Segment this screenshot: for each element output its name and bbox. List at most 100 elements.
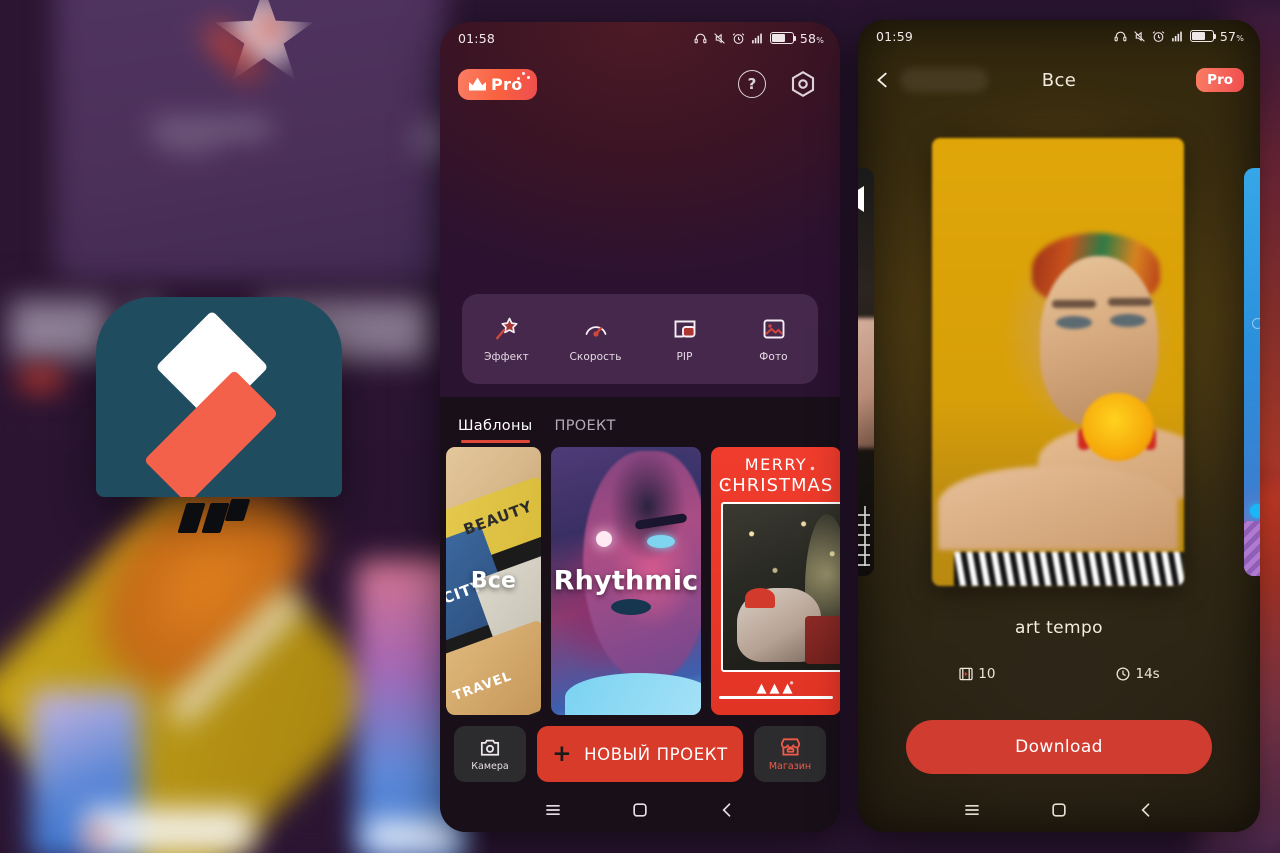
- mute-icon: [1134, 30, 1145, 42]
- next-template-thumb[interactable]: [1244, 168, 1260, 576]
- template-card-title: Rhythmic: [553, 565, 699, 597]
- background-label: [150, 120, 270, 137]
- template-card[interactable]: BEAUTY CITY TRAVEL Все: [446, 447, 541, 715]
- mid-tabs: Шаблоны ПРОЕКТ: [440, 397, 840, 443]
- clips-count: 10: [958, 666, 995, 682]
- template-stats: 10 14s: [858, 666, 1260, 682]
- tool-photo[interactable]: Фото: [729, 316, 818, 363]
- tab-templates-label: Шаблоны: [458, 418, 533, 434]
- template-meta: art tempo 10 14s: [858, 618, 1260, 682]
- template-video-preview[interactable]: [932, 138, 1184, 586]
- tool-photo-label: Фото: [759, 350, 788, 363]
- magic-wand-star-icon: [495, 317, 518, 340]
- hamburger-icon[interactable]: [962, 800, 982, 820]
- right-battery-percent: 57%: [1219, 28, 1244, 44]
- chevron-left-icon[interactable]: [1136, 800, 1156, 820]
- download-label: Download: [1015, 737, 1103, 757]
- background-sublabel: [163, 142, 218, 154]
- tool-speed[interactable]: Скорость: [551, 316, 640, 363]
- tools-panel: Эффект Скорость PIP Фото: [462, 294, 818, 384]
- help-button[interactable]: ?: [738, 70, 766, 98]
- background-white-text: [85, 808, 260, 852]
- mid-bottom-bar: Камера + НОВЫЙ ПРОЕКТ Магазин: [440, 720, 840, 788]
- download-button[interactable]: Download: [906, 720, 1212, 774]
- photo-icon: [763, 319, 784, 338]
- mid-nav-bar: [440, 788, 840, 832]
- mid-battery-percent: 58%: [799, 30, 824, 46]
- right-status-time: 01:59: [876, 28, 914, 44]
- background-red-chip: [18, 368, 64, 390]
- card3-line1: MERRY: [744, 455, 808, 474]
- right-header: Все Pro: [858, 52, 1260, 108]
- background-red-dot: [88, 828, 105, 845]
- mid-status-icons: 58%: [694, 31, 824, 46]
- app-logo: [96, 297, 342, 537]
- duration: 14s: [1115, 666, 1160, 682]
- chevron-left-icon[interactable]: [717, 800, 737, 820]
- pro-badge-label: Pro: [1207, 72, 1233, 88]
- right-status-icons: 57%: [1114, 29, 1244, 44]
- tab-templates[interactable]: Шаблоны: [458, 418, 533, 443]
- camera-button[interactable]: Камера: [454, 726, 526, 782]
- camera-icon: [480, 739, 500, 756]
- store-label: Магазин: [768, 761, 812, 772]
- signal-icon: [751, 33, 762, 43]
- right-nav-bar: [858, 788, 1260, 832]
- clock-icon: [1117, 667, 1130, 681]
- mid-status-bar: 01:58 58%: [440, 22, 840, 54]
- play-icon: [858, 186, 864, 212]
- film-clip-icon: [959, 667, 973, 681]
- filmorago-app-icon: [96, 297, 342, 497]
- square-home-icon[interactable]: [1049, 800, 1069, 820]
- card3-trees: ▲▲▲: [756, 681, 796, 696]
- tool-speed-label: Скорость: [569, 350, 622, 363]
- hamburger-icon[interactable]: [543, 800, 563, 820]
- alarm-icon: [732, 32, 745, 44]
- battery-icon: [1189, 30, 1217, 42]
- new-project-button[interactable]: + НОВЫЙ ПРОЕКТ: [537, 726, 743, 782]
- template-card-title: Все: [470, 568, 517, 594]
- duration-value: 14s: [1135, 666, 1160, 682]
- wondershare-logo: [177, 499, 252, 535]
- alarm-icon: [1152, 30, 1165, 42]
- mid-status-time: 01:58: [458, 30, 496, 46]
- logo-clip: [96, 297, 342, 497]
- clips-count-value: 10: [978, 666, 996, 682]
- camera-label: Камера: [471, 760, 509, 772]
- middle-phone-screen: 01:58 58% Pro ? Эффект Скорость PIP Фото…: [440, 22, 840, 832]
- crown-icon: [469, 77, 486, 91]
- template-card-list[interactable]: BEAUTY CITY TRAVEL Все Rhythmic MERRY CH…: [440, 443, 840, 715]
- tool-pip[interactable]: PIP: [640, 316, 729, 363]
- headphone-icon: [694, 33, 707, 43]
- tool-pip-label: PIP: [676, 350, 693, 363]
- battery-icon: [769, 32, 797, 44]
- mid-header-icons: ?: [738, 69, 818, 99]
- pro-upgrade-button[interactable]: Pro: [458, 68, 537, 100]
- speedometer-icon: [585, 325, 606, 337]
- plus-icon: +: [552, 740, 573, 767]
- right-phone-screen: 01:59 57% Все Pro art tempo 10 14s Downl…: [858, 20, 1260, 832]
- tool-effect-label: Эффект: [484, 350, 529, 363]
- new-project-label: НОВЫЙ ПРОЕКТ: [584, 744, 728, 764]
- store-icon: [780, 738, 800, 756]
- tab-project[interactable]: ПРОЕКТ: [555, 418, 616, 443]
- tool-effect[interactable]: Эффект: [462, 316, 551, 363]
- tab-project-label: ПРОЕКТ: [554, 418, 616, 434]
- picture-in-picture-icon: [674, 320, 695, 337]
- store-button[interactable]: Магазин: [754, 726, 826, 782]
- card3-line2: CHRISTMAS: [718, 475, 834, 496]
- square-home-icon[interactable]: [630, 800, 650, 820]
- right-status-bar: 01:59 57%: [858, 20, 1260, 52]
- mid-header: Pro ?: [440, 54, 840, 114]
- headphone-icon: [1114, 31, 1127, 41]
- pro-upgrade-button[interactable]: Pro: [1196, 68, 1244, 92]
- mute-icon: [714, 32, 725, 44]
- gear-hex-icon[interactable]: [788, 69, 818, 99]
- previous-template-thumb[interactable]: [858, 168, 874, 576]
- question-mark-icon: ?: [747, 75, 757, 93]
- sparkle-icon: [515, 71, 531, 82]
- template-name: art tempo: [1015, 618, 1103, 638]
- template-card[interactable]: Rhythmic: [551, 447, 701, 715]
- signal-icon: [1171, 31, 1182, 41]
- template-card[interactable]: MERRY CHRISTMAS ▲▲▲: [711, 447, 840, 715]
